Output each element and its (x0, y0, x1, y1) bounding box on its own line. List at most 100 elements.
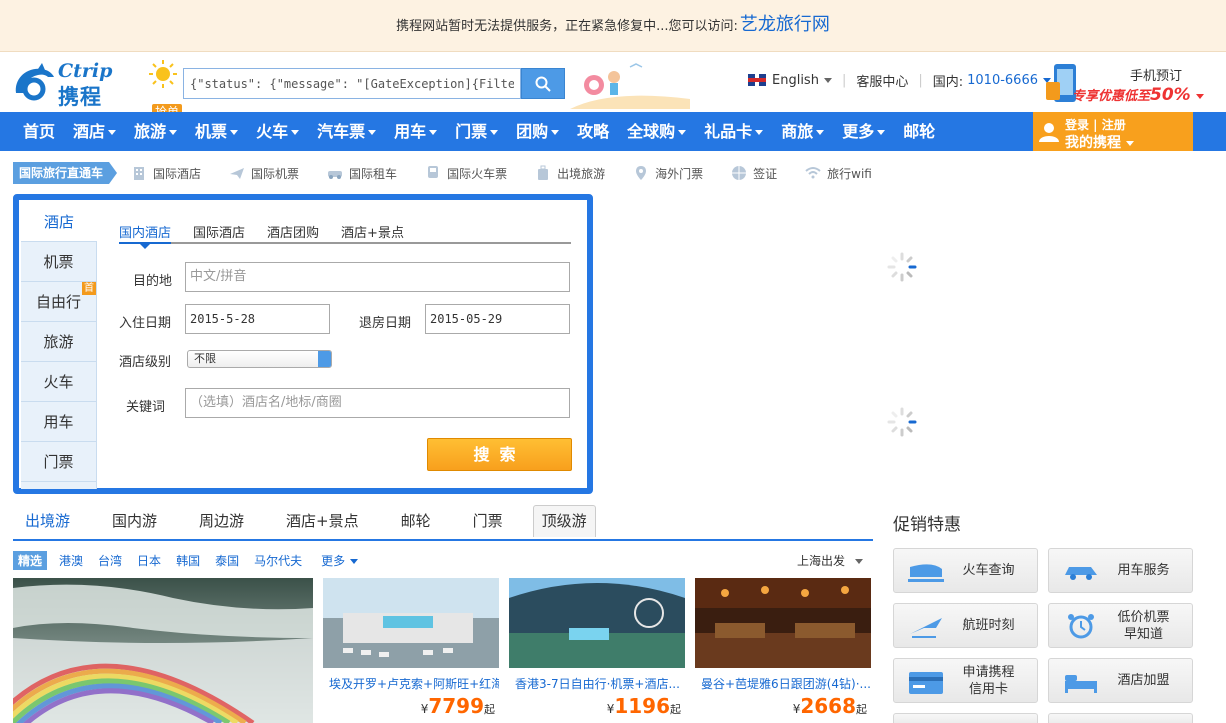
tour-card-price: ¥7799起 (421, 694, 495, 718)
intl-link-hotel[interactable]: 国际酒店 (131, 165, 201, 182)
elong-link[interactable]: 艺龙旅行网 (740, 14, 830, 35)
login-box[interactable]: 登录 | 注册 我的携程 (1033, 112, 1193, 151)
side-tab-label: 酒店 (43, 213, 74, 231)
intl-link-wifi[interactable]: 旅行wifi (805, 165, 872, 182)
intl-link-luggage[interactable]: 出境旅游 (535, 165, 605, 182)
featured-tag[interactable]: 精选 (13, 550, 48, 570)
hotel-type-tab[interactable]: 国际酒店 (193, 216, 245, 242)
promo-button-label: 用车服务 (1103, 562, 1192, 579)
nav-item[interactable]: 汽车票 (308, 112, 385, 151)
intl-link-pin[interactable]: 海外门票 (633, 165, 703, 182)
promo-alarm-clock-button[interactable]: 低价机票 早知道 (1048, 603, 1193, 648)
login-register-link[interactable]: 登录 | 注册 (1065, 116, 1126, 133)
travel-tab[interactable]: 国内游 (100, 510, 157, 539)
mobile-booking-promo[interactable]: 手机预订 专享优惠低至50% (1044, 62, 1204, 107)
nav-item[interactable]: 更多 (833, 112, 894, 151)
language-switch[interactable]: English (772, 73, 819, 88)
global-search-input[interactable] (184, 69, 520, 98)
travel-tab[interactable]: 门票 (461, 510, 503, 539)
side-tab[interactable]: 自由行首 (21, 282, 97, 322)
destination-link[interactable]: 港澳 (59, 552, 83, 569)
intl-link-car[interactable]: 国际租车 (327, 165, 397, 182)
price-value: 2668 (800, 694, 856, 718)
travel-tab[interactable]: 周边游 (187, 510, 244, 539)
destination-link[interactable]: 马尔代夫 (254, 552, 302, 569)
destination-input[interactable]: 中文/拼音 (185, 262, 570, 292)
price-value: 1196 (614, 694, 670, 718)
train-icon (908, 563, 944, 582)
departure-city-select[interactable]: 上海出发 (797, 552, 863, 569)
price-value: 7799 (428, 694, 484, 718)
nav-item[interactable]: 攻略 (568, 112, 618, 151)
nav-item-label: 团购 (516, 122, 549, 141)
nav-item[interactable]: 礼品卡 (695, 112, 772, 151)
travel-tab[interactable]: 酒店+景点 (274, 510, 359, 539)
side-tab[interactable]: 门票 (21, 442, 97, 482)
tour-card[interactable]: 埃及开罗+卢克索+阿斯旺+红海... ¥7799起 (323, 578, 499, 723)
beach-illustration-icon (570, 63, 690, 109)
intl-link-train[interactable]: 国际火车票 (425, 165, 507, 182)
hotel-type-tab[interactable]: 酒店团购 (267, 216, 319, 242)
travel-tab[interactable]: 邮轮 (389, 510, 431, 539)
destination-link[interactable]: 泰国 (215, 552, 239, 569)
phone-number[interactable]: 1010-6666 (967, 73, 1038, 88)
top-tour-tab[interactable]: 顶级游 (532, 505, 596, 537)
promo-label-line: 航班时刻 (962, 618, 1015, 633)
hotel-search-button[interactable]: 搜索 (427, 438, 572, 471)
promo-button-partial[interactable] (893, 713, 1038, 723)
tour-card[interactable]: 曼谷+芭堤雅6日跟团游(4钻)·... ¥2668起 (695, 578, 871, 723)
hotel-type-tab[interactable]: 国内酒店 (119, 216, 172, 249)
promo-train-button[interactable]: 火车查询 (893, 548, 1038, 593)
nav-item[interactable]: 旅游 (125, 112, 186, 151)
promo-credit-card-button[interactable]: 申请携程 信用卡 (893, 658, 1038, 703)
promo-button-label: 申请携程 信用卡 (948, 664, 1037, 698)
hotel-level-select[interactable]: 不限 (187, 350, 332, 368)
global-search-box[interactable] (183, 68, 521, 99)
nav-item[interactable]: 酒店 (64, 112, 125, 151)
ctrip-logo[interactable]: Ctrip 携程 (12, 59, 132, 109)
nav-item[interactable]: 邮轮 (894, 112, 944, 151)
nav-item[interactable]: 门票 (446, 112, 507, 151)
side-tab[interactable]: 酒店 (21, 202, 97, 242)
nav-item[interactable]: 全球购 (618, 112, 695, 151)
tour-card[interactable]: 香港3-7日自由行·机票+酒店... ¥1196起 (509, 578, 685, 723)
intl-link-globe[interactable]: 签证 (731, 165, 777, 182)
nav-item[interactable]: 团购 (507, 112, 568, 151)
more-destinations-link[interactable]: 更多 (321, 552, 359, 569)
search-button[interactable] (521, 68, 565, 99)
side-tab[interactable]: 机票 (21, 242, 97, 282)
nav-item[interactable]: 火车 (247, 112, 308, 151)
mobile-booking-title: 手机预订 (1130, 69, 1183, 84)
travel-tab[interactable]: 出境游 (13, 510, 70, 539)
checkout-date-input[interactable]: 2015-05-29 (425, 304, 570, 334)
featured-destination-image[interactable] (13, 578, 313, 723)
my-ctrip-link[interactable]: 我的携程 (1065, 132, 1134, 152)
intl-link-label: 签证 (753, 166, 778, 181)
promo-bed-button[interactable]: 酒店加盟 (1048, 658, 1193, 703)
keyword-label: 关键词 (126, 400, 166, 415)
hotel-type-tab[interactable]: 酒店+景点 (341, 216, 404, 242)
checkin-date-input[interactable]: 2015-5-28 (185, 304, 330, 334)
destination-link[interactable]: 日本 (137, 552, 161, 569)
nav-item[interactable]: 商旅 (772, 112, 833, 151)
loading-spinner-icon (887, 252, 917, 282)
nav-item[interactable]: 首页 (14, 112, 64, 151)
nav-item[interactable]: 机票 (186, 112, 247, 151)
promo-label-line: 酒店加盟 (1117, 673, 1170, 688)
destination-label: 目的地 (133, 274, 173, 289)
nav-item[interactable]: 用车 (385, 112, 446, 151)
chevron-down-icon (877, 130, 886, 135)
promo-button-partial[interactable] (1048, 713, 1193, 723)
destination-link[interactable]: 台湾 (98, 552, 122, 569)
side-tab[interactable]: 用车 (21, 402, 97, 442)
keyword-input[interactable]: （选填）酒店名/地标/商圈 (185, 388, 570, 418)
logo-english: Ctrip (58, 60, 113, 82)
promo-car-button[interactable]: 用车服务 (1048, 548, 1193, 593)
destination-link[interactable]: 韩国 (176, 552, 200, 569)
promo-plane-button[interactable]: 航班时刻 (893, 603, 1038, 648)
chevron-down-icon (816, 130, 825, 135)
customer-service-link[interactable]: 客服中心 (856, 71, 908, 90)
side-tab[interactable]: 火车 (21, 362, 97, 402)
intl-link-plane[interactable]: 国际机票 (229, 165, 299, 182)
side-tab[interactable]: 旅游 (21, 322, 97, 362)
